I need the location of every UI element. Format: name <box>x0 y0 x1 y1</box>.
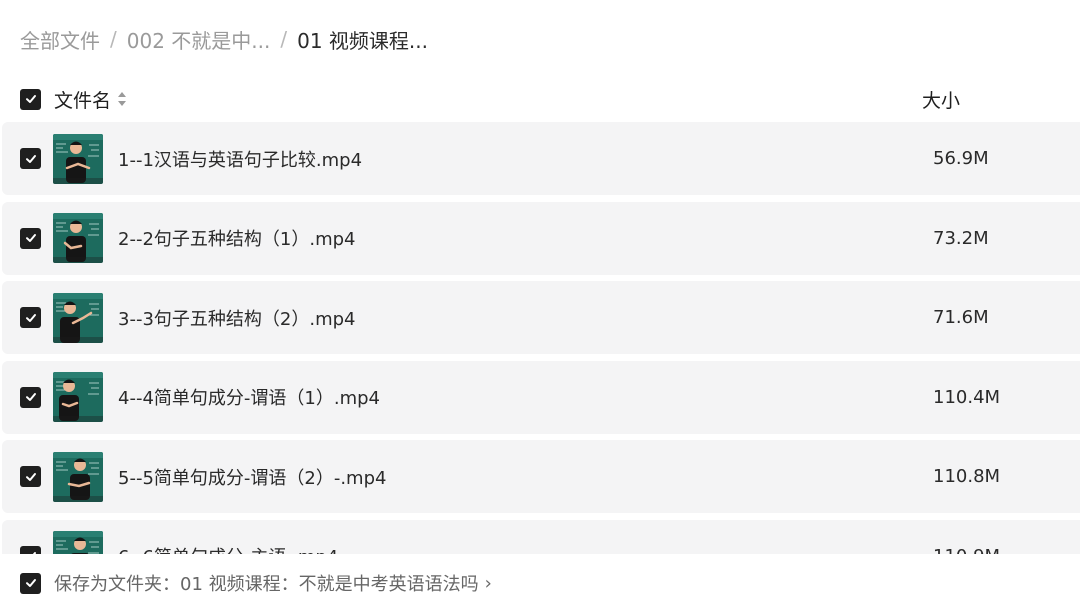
column-header-name[interactable]: 文件名 <box>54 86 111 113</box>
video-thumbnail[interactable] <box>53 213 103 263</box>
checkmark-icon <box>25 472 36 481</box>
file-name: 1--1汉语与英语句子比较.mp4 <box>118 149 363 171</box>
file-list: 1--1汉语与英语句子比较.mp4 56.9M 2--2句子五种结构（1）.mp4 7… <box>0 121 1080 554</box>
file-size: 110.8M <box>933 466 1001 487</box>
breadcrumb-separator: / <box>280 27 288 51</box>
file-name: 4--4简单句成分-谓语（1）.mp4 <box>118 388 380 409</box>
chevron-right-icon[interactable]: › <box>485 573 492 594</box>
file-row[interactable]: 1--1汉语与英语句子比较.mp4 56.9M <box>2 122 1080 195</box>
breadcrumb-root[interactable]: 全部文件 <box>20 25 100 54</box>
file-row[interactable]: 6--6简单句成分-主语 .mp4 110.9M <box>2 519 1080 555</box>
breadcrumb: 全部文件 / 002 不就是中... / 01 视频课程... <box>20 24 428 54</box>
file-checkbox[interactable] <box>20 386 41 408</box>
file-checkbox[interactable] <box>20 545 41 554</box>
file-name: 5--5简单句成分-谓语（2）-.mp4 <box>118 467 387 489</box>
file-row[interactable]: 2--2句子五种结构（1）.mp4 73.2M <box>2 201 1080 275</box>
file-size: 110.4M <box>933 386 1001 408</box>
file-checkbox[interactable] <box>20 466 41 487</box>
file-checkbox[interactable] <box>20 307 41 328</box>
checkmark-icon <box>25 234 36 242</box>
file-name: 3--3句子五种结构（2）.mp4 <box>118 308 356 330</box>
file-row[interactable]: 5--5简单句成分-谓语（2）-.mp4 110.8M <box>2 440 1080 513</box>
file-name: 2--2句子五种结构（1）.mp4 <box>118 229 356 250</box>
breadcrumb-parent[interactable]: 002 不就是中... <box>127 25 271 54</box>
video-thumbnail[interactable] <box>53 451 103 502</box>
breadcrumb-separator: / <box>110 27 117 51</box>
select-all-checkbox[interactable] <box>20 88 41 110</box>
checkmark-icon <box>25 95 36 103</box>
column-header-size[interactable]: 大小 <box>922 86 960 113</box>
video-thumbnail[interactable] <box>53 292 103 343</box>
file-size: 110.9M <box>933 546 1000 555</box>
table-header: 文件名 大小 <box>20 85 1060 113</box>
video-thumbnail[interactable] <box>53 372 103 422</box>
checkmark-icon <box>25 579 36 587</box>
checkmark-icon <box>25 393 36 401</box>
sort-arrows-icon[interactable] <box>117 90 127 108</box>
file-row[interactable]: 4--4简单句成分-谓语（1）.mp4 110.4M <box>2 360 1080 434</box>
file-size: 56.9M <box>933 148 989 169</box>
file-name: 6--6简单句成分-主语 .mp4 <box>118 543 338 554</box>
video-thumbnail[interactable] <box>53 531 103 554</box>
file-checkbox[interactable] <box>20 148 41 169</box>
checkmark-icon <box>32 552 36 554</box>
save-location-checkbox[interactable] <box>20 572 41 594</box>
checkmark-icon <box>25 154 36 163</box>
file-row[interactable]: 3--3句子五种结构（2）.mp4 71.6M <box>2 281 1080 354</box>
breadcrumb-current: 01 视频课程... <box>297 28 428 53</box>
save-location-label: 保存为文件夹：01 视频课程：不就是中考英语语法吗 <box>54 574 479 595</box>
file-checkbox[interactable] <box>20 227 41 249</box>
file-size: 73.2M <box>933 227 989 249</box>
save-location-bar[interactable]: 保存为文件夹：01 视频课程：不就是中考英语语法吗 › <box>20 568 492 598</box>
file-size: 71.6M <box>933 307 989 328</box>
video-thumbnail[interactable] <box>53 133 103 184</box>
checkmark-icon <box>25 313 36 322</box>
